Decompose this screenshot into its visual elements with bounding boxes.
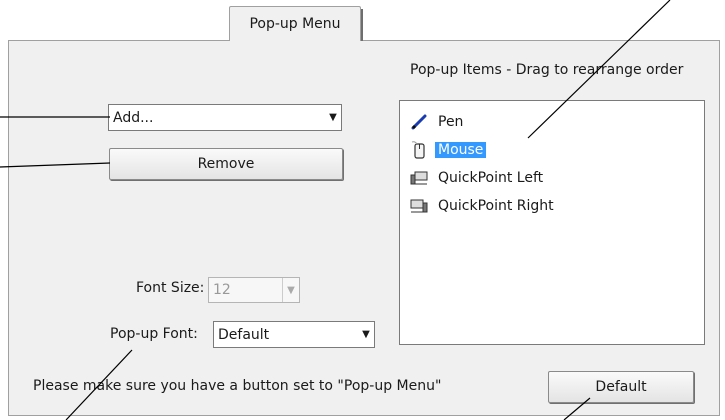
- remove-button[interactable]: Remove: [109, 148, 343, 180]
- default-button[interactable]: Default: [548, 371, 694, 403]
- chevron-down-icon[interactable]: ▼: [358, 322, 374, 347]
- popup-font-value: Default: [218, 326, 270, 343]
- list-item-label: Mouse: [435, 142, 487, 158]
- chevron-down-icon[interactable]: ▼: [282, 278, 299, 302]
- quickpoint-left-icon: [409, 168, 429, 188]
- add-item-value: Add...: [113, 109, 154, 126]
- popup-items-list[interactable]: Pen Mouse QuickPoint Left QuickPoint Rig…: [399, 100, 705, 345]
- list-header: Pop-up Items - Drag to rearrange order: [410, 62, 684, 78]
- add-item-dropdown[interactable]: Add... ▼: [108, 104, 342, 131]
- tab-label: Pop-up Menu: [249, 16, 341, 32]
- mouse-icon: [409, 140, 429, 160]
- list-item[interactable]: Pen: [400, 108, 704, 136]
- list-item-label: QuickPoint Right: [438, 198, 554, 214]
- font-size-dropdown[interactable]: 12 ▼: [208, 277, 300, 303]
- font-size-value: 12: [213, 282, 231, 298]
- quickpoint-right-icon: [409, 196, 429, 216]
- list-item[interactable]: Mouse: [400, 136, 704, 164]
- remove-button-label: Remove: [197, 156, 255, 172]
- list-item-label: QuickPoint Left: [438, 170, 544, 186]
- list-item-label: Pen: [438, 114, 464, 130]
- default-button-label: Default: [595, 379, 647, 395]
- list-item[interactable]: QuickPoint Right: [400, 192, 704, 220]
- popup-font-label: Pop-up Font:: [110, 326, 198, 342]
- font-size-label: Font Size:: [136, 280, 205, 296]
- popup-font-dropdown[interactable]: Default ▼: [213, 321, 375, 348]
- note-text: Please make sure you have a button set t…: [33, 378, 442, 394]
- pen-icon: [409, 112, 429, 132]
- list-item[interactable]: QuickPoint Left: [400, 164, 704, 192]
- chevron-down-icon[interactable]: ▼: [325, 105, 341, 130]
- tab-popup-menu[interactable]: Pop-up Menu: [229, 6, 363, 41]
